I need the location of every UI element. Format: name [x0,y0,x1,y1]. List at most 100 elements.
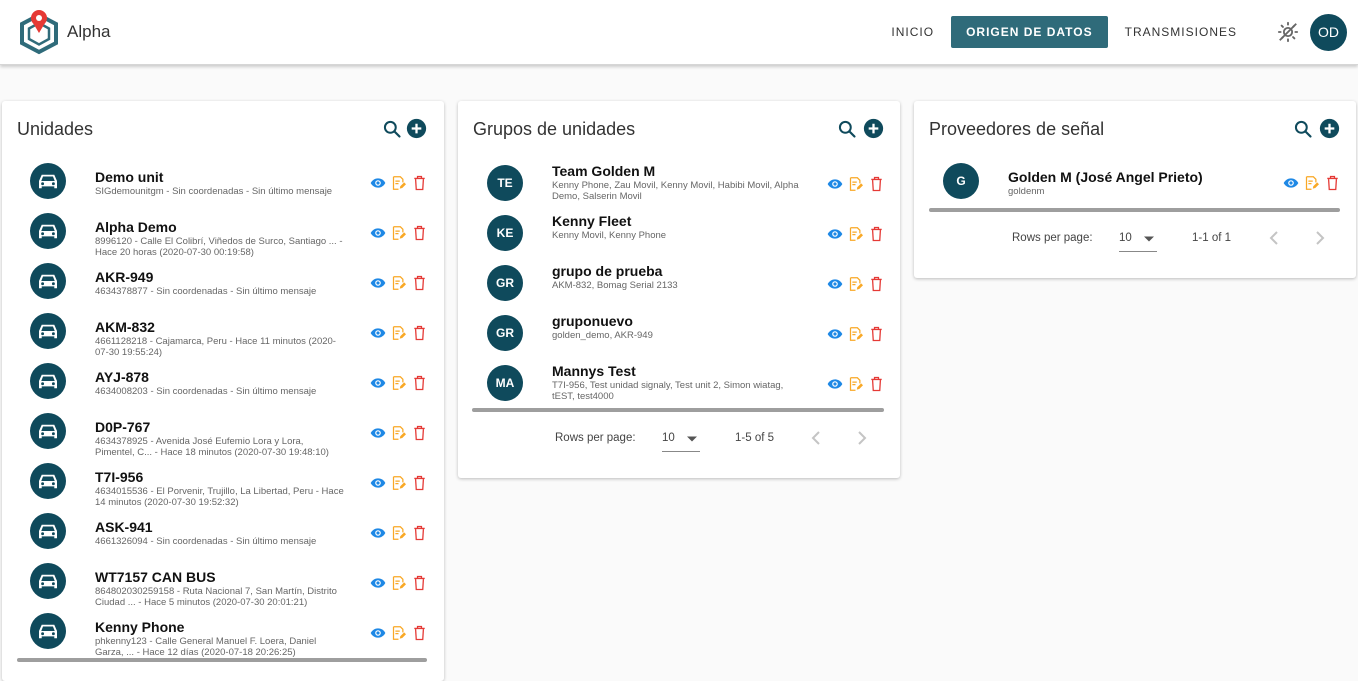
horizontal-scrollbar[interactable] [17,658,427,662]
item-subtitle: 4661326094 - Sin coordenadas - Sin últim… [95,536,317,547]
eye-icon[interactable] [370,475,386,496]
user-avatar[interactable]: OD [1310,14,1347,51]
edit-note-icon[interactable] [391,375,406,396]
chevron-left-icon[interactable] [810,430,822,446]
edit-note-icon[interactable] [848,176,863,197]
edit-note-icon[interactable] [391,225,406,246]
eye-icon[interactable] [370,525,386,546]
trash-icon[interactable] [413,625,426,646]
eye-icon[interactable] [370,225,386,246]
eye-icon[interactable] [370,425,386,446]
edit-note-icon[interactable] [391,625,406,646]
list-item[interactable]: Demo unit SIGdemounitgm - Sin coordenadas… [2,163,444,213]
list-item[interactable]: ASK-941 4661326094 - Sin coordenadas - Si… [2,513,444,563]
list-item[interactable]: GR gruponuevo golden_demo, AKR-949 [458,313,900,365]
eye-icon[interactable] [827,276,843,297]
list-item[interactable]: TE Team Golden M Kenny Phone, Zau Movil, K… [458,163,900,215]
item-name: grupo de prueba [552,263,663,279]
edit-note-icon[interactable] [848,376,863,397]
brightness-toggle-icon[interactable] [1277,21,1299,43]
avatar: KE [487,215,523,251]
list-item[interactable]: AKM-832 4661128218 - Cajamarca, Peru - Ha… [2,313,444,363]
list-item[interactable]: D0P-767 4634378925 - Avenida José Eufemio… [2,413,444,463]
trash-icon[interactable] [870,326,883,347]
car-icon [30,513,66,549]
list-item[interactable]: AYJ-878 4634008203 - Sin coordenadas - Si… [2,363,444,413]
trash-icon[interactable] [870,226,883,247]
chevron-down-icon [687,436,697,442]
chevron-left-icon[interactable] [1268,230,1280,246]
edit-note-icon[interactable] [848,226,863,247]
trash-icon[interactable] [413,325,426,346]
trash-icon[interactable] [1326,175,1339,196]
add-circle-icon[interactable] [406,118,427,139]
edit-note-icon[interactable] [391,325,406,346]
trash-icon[interactable] [413,575,426,596]
top-app-bar: Alpha Inicio Origen de datos Transmision… [0,0,1358,65]
chevron-right-icon[interactable] [856,430,868,446]
eye-icon[interactable] [370,625,386,646]
list-item[interactable]: G Golden M (José Angel Prieto) goldenm [914,163,1356,213]
edit-note-icon[interactable] [391,575,406,596]
list-item[interactable]: Alpha Demo 8996120 - Calle El Colibrí, Vi… [2,213,444,263]
search-icon[interactable] [1293,119,1313,139]
edit-note-icon[interactable] [391,425,406,446]
search-icon[interactable] [382,119,402,139]
trash-icon[interactable] [413,525,426,546]
list-item[interactable]: T7I-956 4634015536 - El Porvenir, Trujill… [2,463,444,513]
item-name: Mannys Test [552,363,636,379]
trash-icon[interactable] [413,475,426,496]
item-subtitle: 4634378925 - Avenida José Eufemio Lora y… [95,436,329,458]
trash-icon[interactable] [870,376,883,397]
item-subtitle: Kenny Phone, Zau Movil, Kenny Movil, Hab… [552,180,799,202]
eye-icon[interactable] [370,275,386,296]
list-item[interactable]: GR grupo de prueba AKM-832, Bomag Serial 2… [458,263,900,315]
eye-icon[interactable] [370,375,386,396]
item-name: Golden M (José Angel Prieto) [1008,169,1203,185]
list-item[interactable]: KE Kenny Fleet Kenny Movil, Kenny Phone [458,213,900,265]
car-icon [30,263,66,299]
nav-transmisiones[interactable]: Transmisiones [1110,16,1252,48]
edit-note-icon[interactable] [391,525,406,546]
item-subtitle: goldenm [1008,186,1045,197]
trash-icon[interactable] [413,375,426,396]
eye-icon[interactable] [370,175,386,196]
eye-icon[interactable] [1283,175,1299,196]
trash-icon[interactable] [413,425,426,446]
edit-note-icon[interactable] [848,326,863,347]
edit-note-icon[interactable] [1304,175,1319,196]
eye-icon[interactable] [827,326,843,347]
add-circle-icon[interactable] [1319,118,1340,139]
eye-icon[interactable] [370,325,386,346]
list-item[interactable]: AKR-949 4634378877 - Sin coordenadas - Si… [2,263,444,313]
trash-icon[interactable] [870,276,883,297]
nav-origen-de-datos[interactable]: Origen de datos [951,16,1108,48]
horizontal-scrollbar[interactable] [472,408,884,412]
search-icon[interactable] [837,119,857,139]
alpha-logo-icon[interactable] [18,9,60,55]
eye-icon[interactable] [827,376,843,397]
rows-per-page-select[interactable]: 10 [1119,225,1157,252]
trash-icon[interactable] [413,175,426,196]
item-subtitle: phkenny123 - Calle General Manuel F. Loe… [95,636,317,658]
trash-icon[interactable] [413,225,426,246]
trash-icon[interactable] [870,176,883,197]
nav-inicio[interactable]: Inicio [876,16,949,48]
trash-icon[interactable] [413,275,426,296]
edit-note-icon[interactable] [848,276,863,297]
eye-icon[interactable] [827,226,843,247]
rows-per-page-select[interactable]: 10 [662,425,700,452]
rows-per-page-label: Rows per page: [555,432,636,444]
edit-note-icon[interactable] [391,175,406,196]
page-range: 1-1 of 1 [1192,232,1231,244]
edit-note-icon[interactable] [391,475,406,496]
add-circle-icon[interactable] [863,118,884,139]
pagination: Rows per page: 10 1-1 of 1 [914,221,1356,261]
eye-icon[interactable] [370,575,386,596]
edit-note-icon[interactable] [391,275,406,296]
horizontal-scrollbar[interactable] [929,208,1340,212]
eye-icon[interactable] [827,176,843,197]
chevron-right-icon[interactable] [1314,230,1326,246]
list-item[interactable]: Kenny Phone phkenny123 - Calle General Ma… [2,613,444,663]
list-item[interactable]: WT7157 CAN BUS 864802030259158 - Ruta Nac… [2,563,444,613]
